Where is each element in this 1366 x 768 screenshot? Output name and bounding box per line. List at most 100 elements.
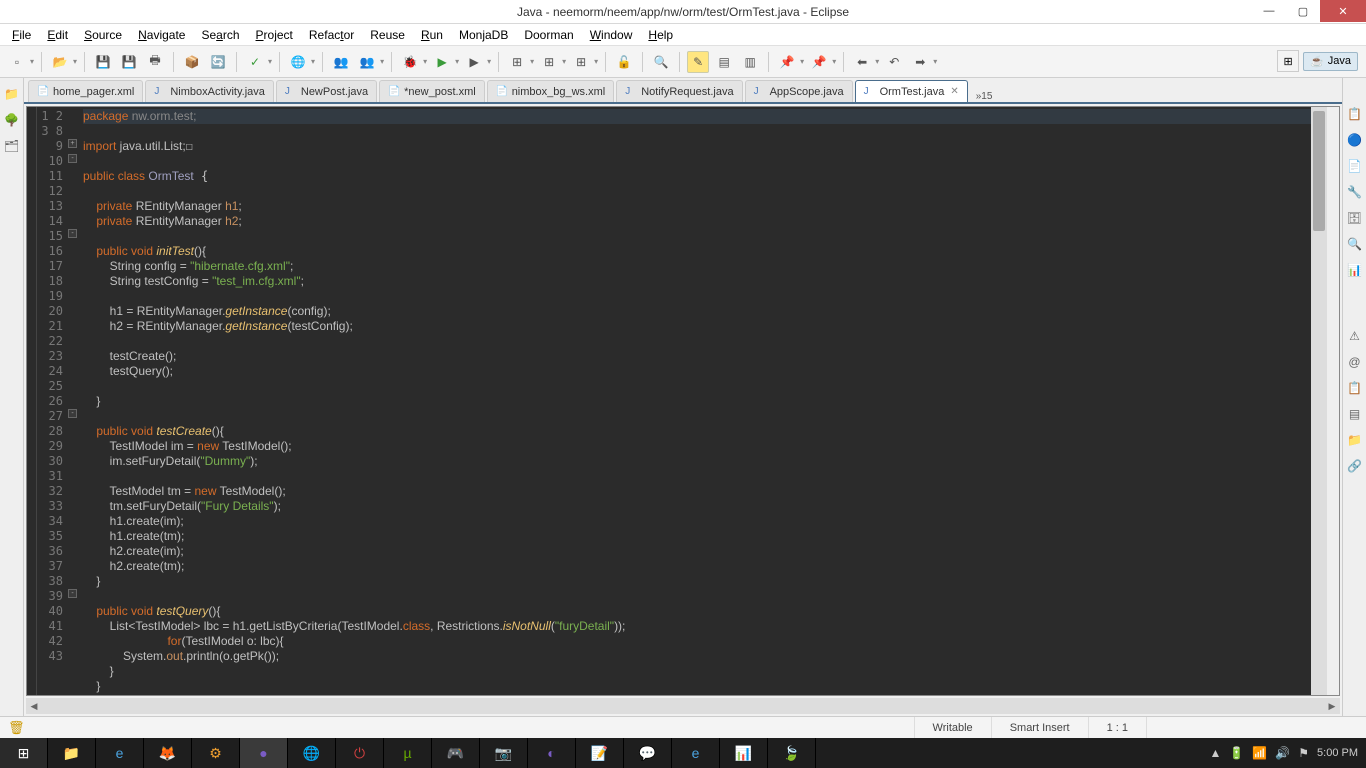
view-icon-7[interactable]: 🔗 — [1347, 458, 1363, 474]
toggle-breakpoint-button[interactable]: ✓ — [244, 51, 266, 73]
tray-flag-icon[interactable]: ⚑ — [1298, 746, 1309, 760]
save-all-button[interactable]: 💾 — [118, 51, 140, 73]
nav-back-button[interactable]: ⬅ — [851, 51, 873, 73]
new-button[interactable]: ▫ — [6, 51, 28, 73]
tab-app-scope[interactable]: JAppScope.java — [745, 80, 853, 102]
view-icon-5[interactable]: 📊 — [1347, 262, 1363, 278]
new-package-button[interactable]: ⊞ — [506, 51, 528, 73]
menu-search[interactable]: Search — [193, 26, 247, 44]
tab-orm-test[interactable]: JOrmTest.java✕ — [855, 80, 968, 102]
tab-notify-request[interactable]: JNotifyRequest.java — [616, 80, 742, 102]
open-type-button[interactable]: 🔓 — [613, 51, 635, 73]
view-icon-3[interactable]: 🗄 — [1347, 210, 1363, 226]
taskbar-firefox[interactable]: 🦊 — [144, 738, 192, 768]
tool-btn-2[interactable]: 👥 — [356, 51, 378, 73]
nav-back-dd[interactable]: 📌 — [808, 51, 830, 73]
save-button[interactable]: 💾 — [92, 51, 114, 73]
view-icon-6[interactable]: 📁 — [1347, 432, 1363, 448]
tool-btn-1[interactable]: 👥 — [330, 51, 352, 73]
taskbar-app1[interactable]: ⚙ — [192, 738, 240, 768]
minimize-button[interactable]: — — [1252, 0, 1286, 22]
tabs-overflow[interactable]: »15 — [970, 91, 999, 102]
taskbar-utorrent[interactable]: µ — [384, 738, 432, 768]
new-class-button[interactable]: ⊞ — [538, 51, 560, 73]
perspective-java[interactable]: ☕ Java — [1303, 52, 1358, 71]
javadoc-icon[interactable]: @ — [1347, 354, 1363, 370]
maximize-button[interactable]: ▢ — [1286, 0, 1320, 22]
outline-icon[interactable]: 🔵 — [1347, 132, 1363, 148]
menu-reuse[interactable]: Reuse — [362, 26, 413, 44]
new-interface-button[interactable]: ⊞ — [570, 51, 592, 73]
package-explorer-icon[interactable]: 📁 — [4, 86, 20, 102]
taskbar-chrome[interactable]: 🌐 — [288, 738, 336, 768]
menu-navigate[interactable]: Navigate — [130, 26, 193, 44]
menu-window[interactable]: Window — [582, 26, 641, 44]
close-tab-icon[interactable]: ✕ — [950, 86, 958, 97]
menu-project[interactable]: Project — [248, 26, 301, 44]
tab-nimbox-activity[interactable]: JNimboxActivity.java — [145, 80, 274, 102]
tab-new-post-xml[interactable]: 📄*new_post.xml — [379, 80, 485, 102]
tab-newpost[interactable]: JNewPost.java — [276, 80, 377, 102]
menu-doorman[interactable]: Doorman — [516, 26, 581, 44]
block-select-button[interactable]: ▥ — [739, 51, 761, 73]
view-icon-4[interactable]: 🔍 — [1347, 236, 1363, 252]
print-button[interactable]: 🖶 — [144, 51, 166, 73]
nav-fwd-button[interactable]: ➡ — [909, 51, 931, 73]
tray-sound-icon[interactable]: 🔊 — [1275, 746, 1290, 760]
menu-run[interactable]: Run — [413, 26, 451, 44]
system-tray[interactable]: ▲ 🔋 📶 🔊 ⚑ 5:00 PM — [1202, 746, 1366, 760]
tray-up-icon[interactable]: ▲ — [1210, 746, 1222, 760]
show-whitespace-button[interactable]: ▤ — [713, 51, 735, 73]
navigator-icon[interactable]: 🗂 — [4, 138, 20, 154]
menu-source[interactable]: Source — [76, 26, 130, 44]
tab-nimbox-bg[interactable]: 📄nimbox_bg_ws.xml — [487, 80, 615, 102]
build-button[interactable]: 📦 — [181, 51, 203, 73]
menu-edit[interactable]: Edit — [39, 26, 76, 44]
code-text[interactable]: package nw.orm.test; import java.util.Li… — [79, 107, 1311, 695]
view-icon-1[interactable]: 📄 — [1347, 158, 1363, 174]
taskbar-app6[interactable]: 📝 — [576, 738, 624, 768]
taskbar-app2[interactable]: ⏻ — [336, 738, 384, 768]
taskbar-app9[interactable]: 📊 — [720, 738, 768, 768]
run-last-button[interactable]: ▶ — [463, 51, 485, 73]
gc-icon[interactable]: 🗑 — [0, 720, 25, 736]
problems-icon[interactable]: ⚠ — [1347, 328, 1363, 344]
view-icon-2[interactable]: 🔧 — [1347, 184, 1363, 200]
close-button[interactable]: ✕ — [1320, 0, 1366, 22]
fold-icon[interactable]: - — [68, 229, 77, 238]
taskbar-ie[interactable]: e — [96, 738, 144, 768]
task-list-icon[interactable]: 📋 — [1347, 106, 1363, 122]
taskbar-explorer[interactable]: 📁 — [48, 738, 96, 768]
refresh-button[interactable]: 🔄 — [207, 51, 229, 73]
taskbar-app5[interactable]: ◐ — [528, 738, 576, 768]
vertical-scrollbar[interactable] — [1311, 107, 1327, 695]
start-button[interactable]: ⊞ — [0, 738, 48, 768]
menu-help[interactable]: Help — [640, 26, 681, 44]
taskbar-app8[interactable]: e — [672, 738, 720, 768]
taskbar-app10[interactable]: 🍃 — [768, 738, 816, 768]
menu-refactor[interactable]: Refactor — [301, 26, 362, 44]
taskbar-app7[interactable]: 💬 — [624, 738, 672, 768]
fold-icon[interactable]: + — [68, 139, 77, 148]
taskbar-app3[interactable]: 🎮 — [432, 738, 480, 768]
taskbar-eclipse[interactable]: ● — [240, 738, 288, 768]
search-button[interactable]: 🔍 — [650, 51, 672, 73]
fold-icon[interactable]: - — [68, 154, 77, 163]
debug-button[interactable]: 🐞 — [399, 51, 421, 73]
menu-file[interactable]: File — [4, 26, 39, 44]
menu-monjadb[interactable]: MonjaDB — [451, 26, 516, 44]
run-button[interactable]: ▶ — [431, 51, 453, 73]
hierarchy-icon[interactable]: 🌳 — [4, 112, 20, 128]
overview-ruler[interactable] — [1327, 107, 1339, 695]
toggle-mark-button[interactable]: ✎ — [687, 51, 709, 73]
declaration-icon[interactable]: 📋 — [1347, 380, 1363, 396]
fold-icon[interactable]: - — [68, 589, 77, 598]
tab-home-pager[interactable]: 📄home_pager.xml — [28, 80, 143, 102]
last-edit-button[interactable]: ↶ — [883, 51, 905, 73]
open-button[interactable]: 📂 — [49, 51, 71, 73]
pin-button[interactable]: 📌 — [776, 51, 798, 73]
taskbar-app4[interactable]: 📷 — [480, 738, 528, 768]
tray-clock[interactable]: 5:00 PM — [1317, 747, 1358, 759]
fold-icon[interactable]: - — [68, 409, 77, 418]
console-icon[interactable]: ▤ — [1347, 406, 1363, 422]
